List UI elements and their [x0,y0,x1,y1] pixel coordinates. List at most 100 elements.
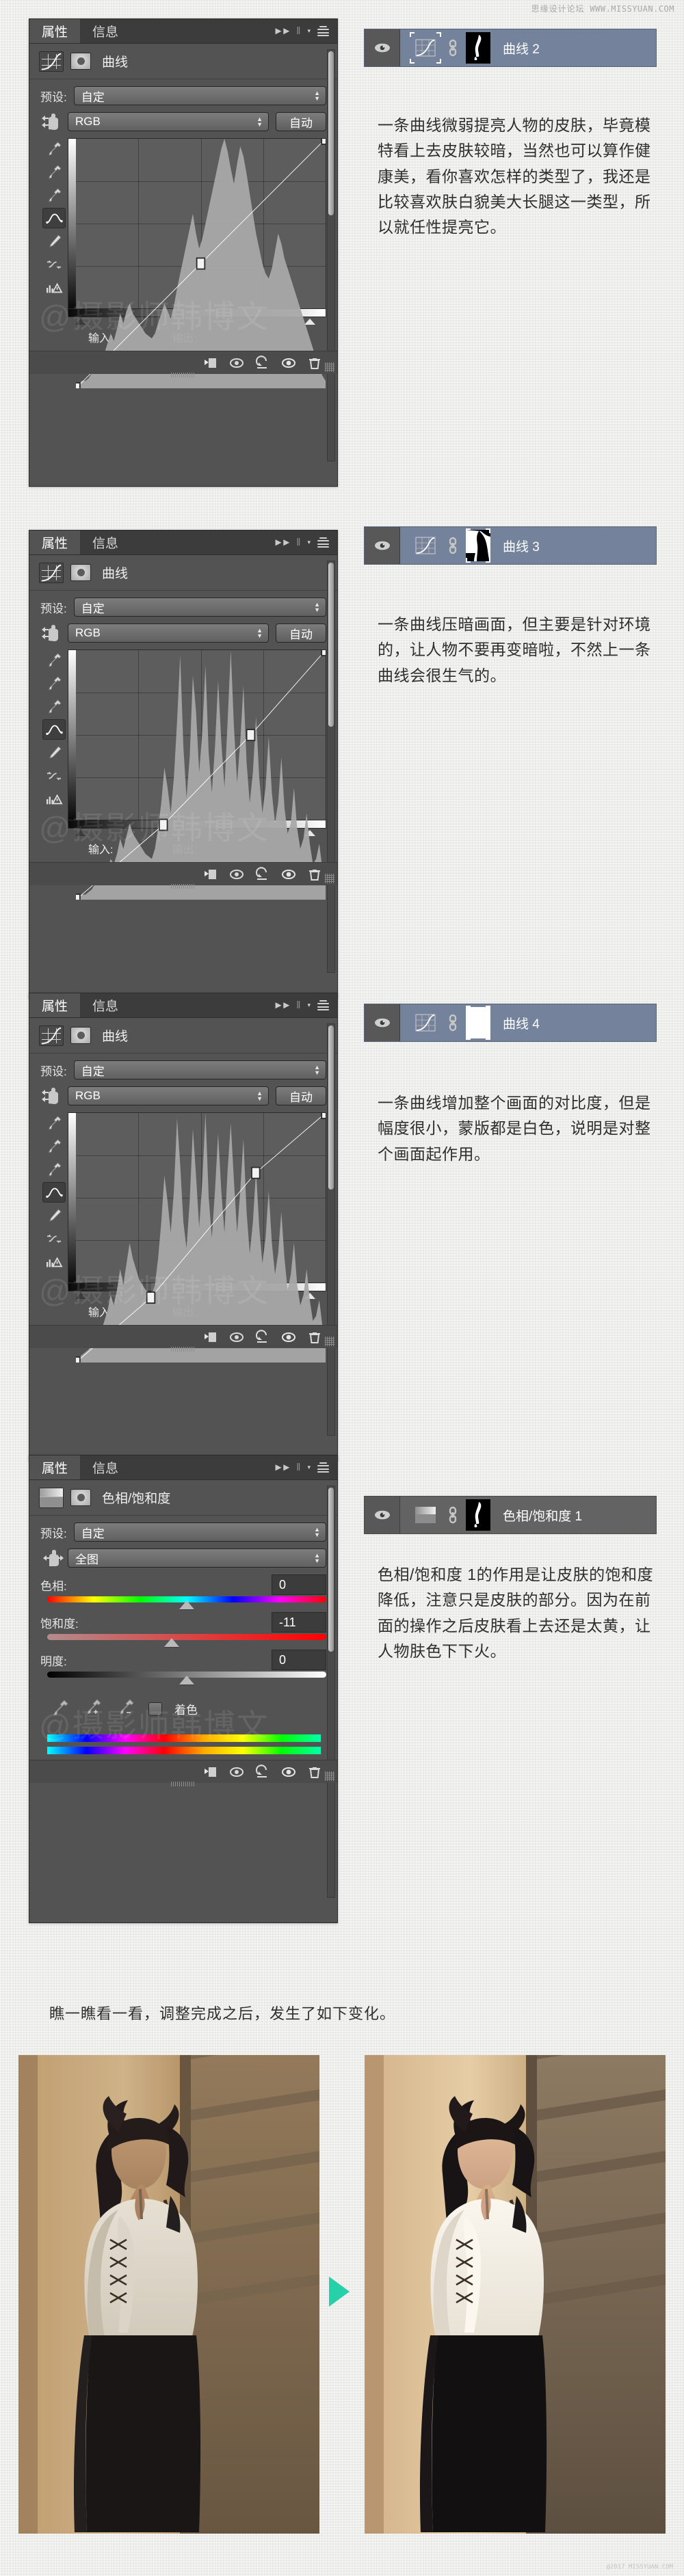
auto-button[interactable]: 自动 [276,112,326,131]
pencil-draw-curve-icon[interactable] [42,231,66,252]
layer-thumbnail[interactable] [410,1501,441,1529]
eyedropper-white-point-icon[interactable] [42,1159,66,1179]
curves-graph-area[interactable] [29,649,337,900]
preset-select[interactable]: 自定 ▲ ▼ [73,1060,326,1079]
reset-icon[interactable] [255,1329,270,1345]
lightness-value[interactable]: 0 [272,1650,326,1670]
panel-scrollbar[interactable] [327,1023,335,1436]
stepper-icon[interactable]: ▲ ▼ [314,90,320,102]
layer-mask-thumbnail[interactable] [466,528,490,563]
preset-row[interactable]: 预设: 自定 ▲ ▼ [29,86,337,105]
panel-tab-bar[interactable]: 属性 信息 ►► ‖ ▾ [29,1455,337,1480]
reset-icon[interactable] [255,866,270,882]
smooth-curve-icon[interactable] [42,1229,66,1249]
curve-plot[interactable] [76,1113,326,1363]
layer-mask-chip-icon[interactable] [70,1489,91,1506]
pencil-draw-curve-icon[interactable] [42,1205,66,1226]
clip-to-layer-icon[interactable] [203,1765,218,1780]
chevron-down-icon[interactable]: ▾ [307,1464,311,1471]
curve-edit-points-icon[interactable] [42,1182,66,1203]
resize-grip-icon[interactable] [325,1771,334,1781]
targeted-adjust-hand-icon[interactable] [40,1548,64,1568]
curve-edit-points-icon[interactable] [42,208,66,228]
eyedropper-black-point-icon[interactable] [42,649,66,670]
hue-range-bar-lower[interactable] [47,1747,321,1754]
stepper-icon[interactable]: ▲ ▼ [256,628,263,639]
edit-range-select[interactable]: 全图 ▲ ▼ [68,1548,326,1568]
stepper-icon[interactable]: ▲ ▼ [256,1090,263,1102]
layer-row-curves-2[interactable]: 曲线 2 [364,29,657,67]
curves-canvas[interactable] [68,138,326,388]
preset-row[interactable]: 预设: 自定 ▲ ▼ [29,598,337,617]
panel-scrollbar[interactable] [327,1486,335,1898]
layer-mask-chip-icon[interactable] [70,1027,91,1044]
tab-properties[interactable]: 属性 [29,19,81,43]
targeted-adjust-hand-icon[interactable] [40,1086,64,1106]
panel-menu-icon[interactable] [317,24,329,38]
eyedropper-icon[interactable] [50,1698,70,1719]
layer-name[interactable]: 色相/饱和度 1 [503,1506,582,1525]
layer-row-hue-saturation-1[interactable]: 色相/饱和度 1 [364,1496,657,1534]
link-mask-icon[interactable] [445,535,460,556]
curve-plot[interactable] [76,650,326,900]
eyedropper-subtract-icon[interactable] [116,1698,136,1719]
link-mask-icon[interactable] [445,1012,460,1033]
double-chevron-right-icon[interactable]: ►► [274,537,292,548]
layer-mask-chip-icon[interactable] [70,564,91,581]
layer-row-curves-4[interactable]: 曲线 4 [364,1004,657,1042]
channel-row[interactable]: RGB ▲ ▼ 自动 [29,623,337,643]
properties-panel-curves-3[interactable]: 属性 信息 ►► ‖ ▾ 曲线 预设: 自定 ▲ ▼ RGB ▲ ▼ 自动 输入… [29,530,338,998]
panel-grip-icon[interactable] [171,1782,196,1786]
layer-mask-thumbnail[interactable] [466,1006,490,1040]
hue-value[interactable]: 0 [272,1574,326,1595]
curve-plot[interactable] [76,139,326,388]
layer-visibility-icon[interactable] [365,527,400,564]
eyedropper-add-icon[interactable] [83,1698,103,1719]
panel-tab-bar[interactable]: 属性 信息 ►► ‖ ▾ [29,531,337,555]
channel-row[interactable]: RGB ▲ ▼ 自动 [29,1086,337,1106]
targeted-adjust-hand-icon[interactable] [40,111,64,132]
curves-tool-column[interactable] [40,1112,68,1283]
panel-scrollbar[interactable] [327,561,335,973]
panel-menu-icon[interactable] [317,1460,329,1475]
resize-grip-icon[interactable] [325,362,334,372]
preset-select[interactable]: 自定 ▲ ▼ [73,1522,326,1542]
layer-visibility-icon[interactable] [365,1004,400,1041]
saturation-slider[interactable] [29,1634,337,1647]
reset-icon[interactable] [255,1764,270,1780]
tab-info[interactable]: 信息 [80,19,131,43]
delete-icon[interactable] [307,1330,322,1345]
saturation-value[interactable]: -11 [272,1612,326,1633]
eyedropper-row[interactable]: 着色 [29,1687,337,1719]
preset-row[interactable]: 预设: 自定 ▲ ▼ [29,1060,337,1079]
stepper-icon[interactable]: ▲ ▼ [314,1064,320,1076]
toggle-visibility-icon[interactable] [281,355,296,371]
curve-edit-points-icon[interactable] [42,719,66,740]
properties-panel-curves-4[interactable]: 属性 信息 ►► ‖ ▾ 曲线 预设: 自定 ▲ ▼ RGB ▲ ▼ 自动 输入… [29,993,338,1461]
reset-icon[interactable] [255,355,270,371]
hue-slider[interactable] [29,1596,337,1609]
panel-tab-bar[interactable]: 属性 信息 ►► ‖ ▾ [29,19,337,44]
tab-info[interactable]: 信息 [80,993,131,1017]
panel-menu-icon[interactable] [317,535,329,550]
chevron-down-icon[interactable]: ▾ [307,1002,311,1009]
stepper-icon[interactable]: ▲ ▼ [314,1553,320,1564]
properties-panel-hue-saturation[interactable]: 属性 信息 ►► ‖ ▾ 色相/饱和度 预设: 自定 ▲ ▼ 全图 ▲ ▼ 色相… [29,1455,338,1923]
layer-row-curves-3[interactable]: 曲线 3 [364,526,657,565]
auto-button[interactable]: 自动 [276,623,326,643]
panel-footer-toolbar[interactable] [29,1325,337,1352]
curves-canvas[interactable] [68,649,326,900]
view-previous-state-icon[interactable] [229,1330,244,1345]
layer-visibility-icon[interactable] [365,29,400,66]
resize-grip-icon[interactable] [325,1337,334,1346]
panel-grip-icon[interactable] [171,884,196,889]
clipping-warning-icon[interactable] [42,278,66,298]
stepper-icon[interactable]: ▲ ▼ [256,116,263,128]
preset-row[interactable]: 预设: 自定 ▲ ▼ [29,1522,337,1542]
panel-grip-icon[interactable] [171,1347,196,1352]
eyedropper-gray-point-icon[interactable] [42,673,66,693]
clip-to-layer-icon[interactable] [203,867,218,882]
resize-grip-icon[interactable] [325,874,334,883]
chevron-down-icon[interactable]: ▾ [307,27,311,35]
channel-select[interactable]: RGB ▲ ▼ [68,112,269,131]
